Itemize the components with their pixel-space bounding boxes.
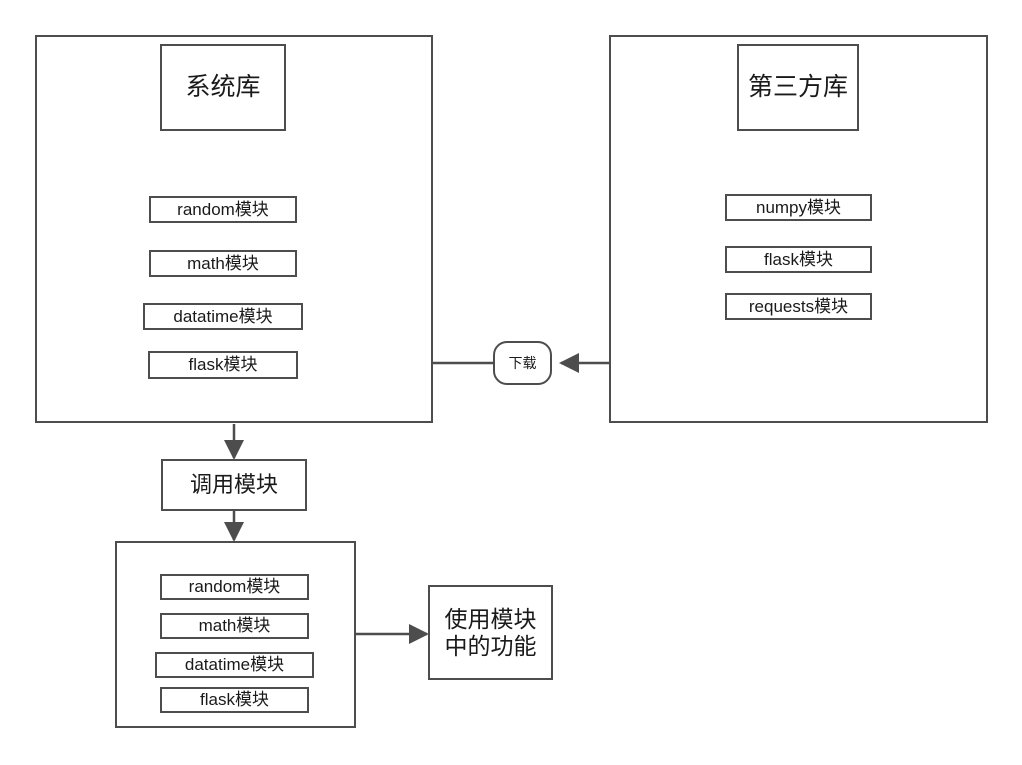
use-function-line1: 使用模块: [444, 606, 537, 633]
program-module-flask-label: flask模块: [200, 690, 269, 710]
third-party-library-title: 第三方库: [747, 73, 848, 102]
system-module-datatime-label: datatime模块: [173, 306, 273, 326]
system-module-math-label: math模块: [187, 253, 259, 273]
program-module-random-label: random模块: [188, 577, 281, 597]
third-party-module-requests[interactable]: requests模块: [725, 293, 872, 320]
system-module-math[interactable]: math模块: [149, 250, 297, 277]
program-module-random[interactable]: random模块: [160, 574, 309, 600]
program-module-datatime-label: datatime模块: [184, 655, 285, 675]
download-node[interactable]: 下载: [493, 341, 552, 385]
program-module-math-label: math模块: [198, 616, 271, 636]
third-party-module-numpy[interactable]: numpy模块: [725, 194, 872, 221]
call-module-label: 调用模块: [189, 472, 278, 498]
system-module-flask-label: flask模块: [188, 355, 258, 375]
system-module-flask[interactable]: flask模块: [148, 351, 298, 379]
use-function-box[interactable]: 使用模块 中的功能: [428, 585, 553, 680]
third-party-module-flask-label: flask模块: [764, 249, 833, 269]
program-module-datatime[interactable]: datatime模块: [155, 652, 314, 678]
third-party-module-numpy-label: numpy模块: [755, 197, 842, 217]
download-node-label: 下载: [508, 355, 537, 371]
third-party-module-requests-label: requests模块: [748, 296, 849, 316]
system-library-title-box: 系统库: [160, 44, 286, 131]
system-module-random-label: random模块: [177, 199, 269, 219]
program-module-math[interactable]: math模块: [160, 613, 309, 639]
program-module-flask[interactable]: flask模块: [160, 687, 309, 713]
call-module-box[interactable]: 调用模块: [161, 459, 307, 511]
third-party-module-flask[interactable]: flask模块: [725, 246, 872, 273]
system-module-random[interactable]: random模块: [149, 196, 297, 223]
system-module-datatime[interactable]: datatime模块: [143, 303, 303, 330]
third-party-library-title-box: 第三方库: [737, 44, 859, 131]
diagram-canvas: 系统库 random模块 math模块 datatime模块 flask模块 第…: [0, 0, 1022, 765]
use-function-line2: 中的功能: [444, 632, 537, 659]
system-library-title: 系统库: [185, 73, 261, 102]
